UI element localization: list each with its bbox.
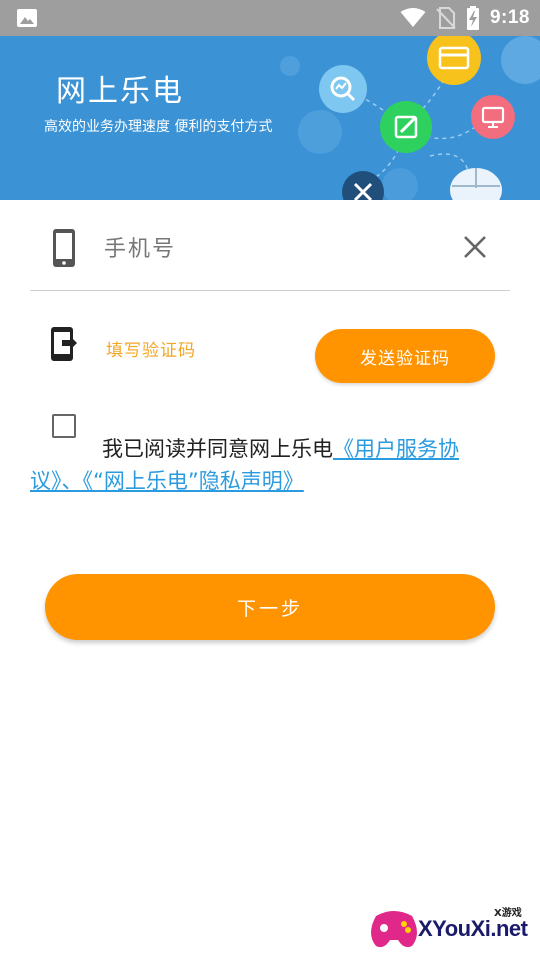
agreement-text: 我已阅读并同意网上乐电《用户服务协议》、《“网上乐电”隐私声明》 [30,433,500,497]
search-chart-icon [319,65,367,113]
clear-icon[interactable] [462,234,488,260]
watermark-tag: X游戏 [494,908,522,919]
agreement-prefix: 我已阅读并同意网上乐电 [102,437,333,461]
app-screen: 9:18 网上乐电 高效的业务办理速度 便利的支付方式 手机号 填写验证码 发送… [0,0,540,960]
send-code-button[interactable]: 发送验证码 [315,329,495,383]
banner-subtitle: 高效的业务办理速度 便利的支付方式 [44,119,273,135]
phone-icon [52,228,76,268]
next-step-button[interactable]: 下一步 [45,574,495,640]
mouse-icon [450,168,502,200]
phone-number-input[interactable] [102,228,446,270]
banner-title: 网上乐电 [56,74,184,109]
phone-field-row [30,206,510,291]
battery-charging-icon [466,6,480,30]
image-icon [16,8,38,28]
status-time: 9:18 [489,7,530,28]
card-icon [427,36,481,85]
exit-phone-icon [50,326,78,362]
edit-icon [380,101,432,153]
gamepad-logo-icon [371,911,417,948]
status-icons: 9:18 [400,0,530,36]
status-bar: 9:18 [0,0,540,36]
no-sim-icon [436,7,456,29]
monitor-icon [471,95,515,139]
watermark: XYouXi.net X游戏 [366,900,536,956]
header-banner: 网上乐电 高效的业务办理速度 便利的支付方式 [0,36,540,200]
wifi-icon [400,8,426,28]
tools-icon [342,171,384,200]
watermark-text: XYouXi.net [418,916,528,941]
verification-code-input[interactable] [104,334,298,368]
